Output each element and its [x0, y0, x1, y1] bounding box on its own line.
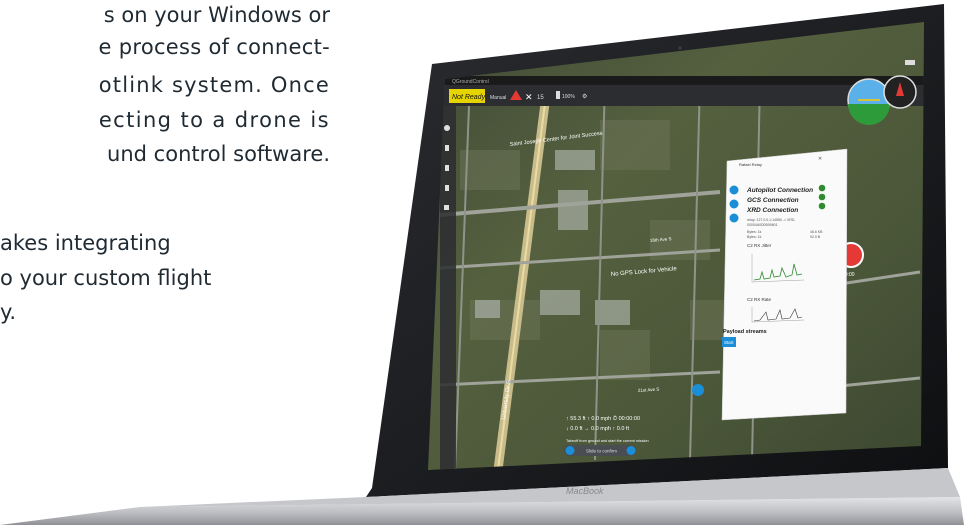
start-button-label[interactable]: Start: [724, 340, 734, 345]
map-label-center: Saint Joseph Center for Joint Success: [510, 131, 604, 148]
conn-autopilot: Autopilot Connection: [746, 187, 813, 194]
dialog-nav-icon[interactable]: [729, 213, 739, 223]
telemetry-line1: ↑ 55.3 ft ↑ 0.0 mph ⏱ 00:00:00: [566, 415, 640, 422]
settings-gear-icon[interactable]: ⚙: [582, 93, 587, 100]
flight-mode-label[interactable]: Manual: [490, 95, 506, 101]
relay-info: relay: 127.0.0.1:14550 -> XRD-: [747, 218, 796, 222]
rtl-icon: [445, 185, 449, 191]
takeoff-hint: Takeoff from ground and start the curren…: [566, 439, 649, 443]
gps-warning: No GPS Lock for Vehicle: [611, 266, 678, 278]
status-dot-xrd: [818, 202, 826, 210]
relay-info: 00004A0D0B09601: [747, 223, 778, 227]
dialog-nav-icon[interactable]: [729, 185, 739, 195]
map-label-street: 16th Ave S: [650, 236, 672, 243]
status-label[interactable]: Not Ready: [452, 94, 486, 101]
relay-info: Bytes: 1k: [747, 230, 762, 234]
land-icon: [445, 165, 449, 171]
brand-label: MacBook: [566, 486, 604, 496]
payload-title: Payload streams: [723, 329, 767, 335]
dialog-close-icon[interactable]: ✕: [818, 156, 822, 162]
app-overlay: QGroundControl Not Ready Manual ✕ 15 100…: [0, 60, 964, 525]
conn-gcs: GCS Connection: [747, 197, 799, 204]
slide-label: Slide to confirm: [586, 449, 617, 454]
plan-icon: [444, 125, 450, 131]
takeoff-icon: [445, 145, 449, 151]
pause-icon: [444, 205, 449, 210]
battery-icon[interactable]: [556, 91, 560, 99]
map-label-street: 21st Ave S: [638, 387, 660, 393]
status-dot-autopilot: [818, 184, 826, 192]
relay-dialog: [692, 148, 848, 421]
rc-icon[interactable]: ✕: [525, 92, 533, 102]
slide-end: [626, 446, 636, 455]
chart1-side: 46.6 KB: [810, 230, 823, 234]
window-title: QGroundControl: [452, 79, 489, 85]
attitude-indicator: [847, 78, 891, 125]
status-dot-gcs: [818, 193, 826, 201]
dialog-title: Rafael Relay: [739, 162, 762, 167]
compass-indicator: [883, 75, 917, 109]
battery-percent[interactable]: 100%: [562, 94, 575, 100]
map-label-road: University Dr S: [501, 380, 513, 420]
slide-handle[interactable]: [565, 446, 575, 455]
widget-badge: [905, 60, 915, 65]
chart2-title: C2 RX Rate: [747, 297, 772, 302]
relay-info: Bytes: 1k: [747, 235, 762, 239]
conn-xrd: XRD Connection: [746, 207, 798, 214]
warning-icon[interactable]: [510, 90, 522, 100]
left-tools[interactable]: [444, 125, 450, 210]
dialog-nav-icon[interactable]: [729, 199, 739, 209]
telemetry-line2: ↓ 0.0 ft → 0.0 mph ↑ 0.0 ft: [566, 426, 629, 432]
chart1-side2: 92.0 B: [810, 235, 821, 239]
chart1-title: C2 RX Jitter: [747, 243, 772, 248]
map-layer-button[interactable]: [692, 384, 704, 396]
satellite-count[interactable]: 15: [537, 95, 544, 101]
